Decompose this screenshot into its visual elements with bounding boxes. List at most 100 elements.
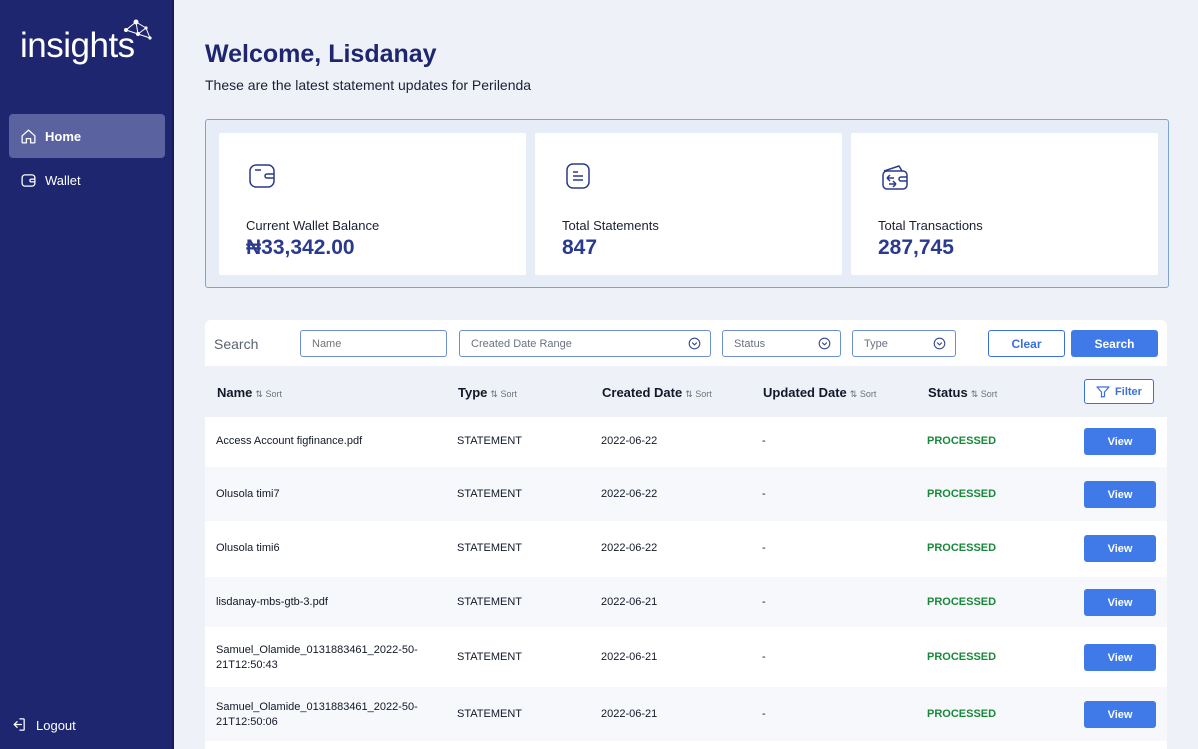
network-icon <box>124 19 152 40</box>
transactions-icon <box>879 161 909 191</box>
view-button[interactable]: View <box>1084 644 1156 671</box>
row-type: STATEMENT <box>457 708 522 720</box>
sort-label: Sort <box>980 389 998 399</box>
column-label: Name <box>217 385 253 400</box>
status-select[interactable]: Status <box>722 330 841 357</box>
row-name: Olusola timi6 <box>216 542 280 554</box>
column-header-name[interactable]: Name ⇅ Sort <box>217 385 282 400</box>
stat-label: Current Wallet Balance <box>246 218 380 233</box>
column-label: Updated Date <box>763 385 847 400</box>
view-button[interactable]: View <box>1084 535 1156 562</box>
row-created-date: 2022-06-21 <box>601 651 658 663</box>
column-label: Status <box>928 385 968 400</box>
chevron-down-icon <box>818 337 831 350</box>
table-row[interactable]: Olusola timi7 STATEMENT 2022-06-22 - PRO… <box>205 467 1167 521</box>
home-icon <box>19 127 37 145</box>
sidebar-item-home[interactable]: Home <box>9 114 165 158</box>
row-type: STATEMENT <box>457 542 522 554</box>
row-created-date: 2022-06-22 <box>601 542 658 554</box>
row-updated-date: - <box>762 708 766 720</box>
row-created-date: 2022-06-21 <box>601 596 658 608</box>
table-row[interactable]: Samuel_Olamide_0131883461_2022-50-21T12:… <box>205 631 1167 684</box>
filter-button[interactable]: Filter <box>1084 379 1154 404</box>
sort-indicator[interactable]: ⇅ Sort <box>685 389 712 399</box>
sort-indicator[interactable]: ⇅ Sort <box>850 389 877 399</box>
status-badge: PROCESSED <box>927 708 997 720</box>
filter-icon <box>1096 385 1110 398</box>
stat-value: 847 <box>562 236 598 259</box>
column-header-updated-date[interactable]: Updated Date ⇅ Sort <box>763 385 876 400</box>
sort-indicator[interactable]: ⇅ Sort <box>255 389 282 399</box>
column-label: Type <box>458 385 488 400</box>
stat-card-total-statements: Total Statements 847 <box>535 133 842 275</box>
name-input[interactable] <box>312 337 446 350</box>
page-title: Welcome, Lisdanay <box>205 40 437 68</box>
clear-button[interactable]: Clear <box>988 330 1065 357</box>
view-button[interactable]: View <box>1084 428 1156 455</box>
type-placeholder: Type <box>864 337 888 350</box>
sort-indicator[interactable]: ⇅ Sort <box>971 389 998 399</box>
sort-label: Sort <box>265 389 282 399</box>
row-name: Samuel_Olamide_0131883461_2022-50-21T12:… <box>216 644 418 671</box>
document-icon <box>563 161 593 191</box>
stat-label: Total Statements <box>562 218 659 233</box>
filter-label: Filter <box>1115 385 1142 398</box>
sidebar-item-label: Home <box>45 128 82 144</box>
name-search-field[interactable] <box>300 330 447 357</box>
stat-label: Total Transactions <box>878 218 983 233</box>
column-label: Created Date <box>602 385 683 400</box>
chevron-down-icon <box>688 337 701 350</box>
search-button[interactable]: Search <box>1071 330 1158 357</box>
sidebar: insights Home Wallet Logout <box>0 0 174 749</box>
column-header-type[interactable]: Type ⇅ Sort <box>458 385 517 400</box>
row-updated-date: - <box>762 542 766 554</box>
row-name: Access Account figfinance.pdf <box>216 435 363 447</box>
view-button[interactable]: View <box>1084 589 1156 616</box>
sort-label: Sort <box>859 389 877 399</box>
stats-panel: Current Wallet Balance ₦33,342.00 Total … <box>205 119 1169 288</box>
table-row[interactable]: Access Account figfinance.pdf STATEMENT … <box>205 417 1167 467</box>
column-header-created-date[interactable]: Created Date ⇅ Sort <box>602 385 712 400</box>
table-row[interactable]: lisdanay-mbs-gtb-3.pdf STATEMENT 2022-06… <box>205 577 1167 627</box>
row-type: STATEMENT <box>457 596 522 608</box>
table-row[interactable]: Olusola timi6 STATEMENT 2022-06-22 - PRO… <box>205 523 1167 573</box>
type-select[interactable]: Type <box>852 330 956 357</box>
sort-indicator[interactable]: ⇅ Sort <box>490 389 517 399</box>
statements-table-panel: Search Created Date Range Status Type Cl… <box>205 320 1167 749</box>
sidebar-nav: Home Wallet <box>9 114 165 202</box>
app-logo[interactable]: insights <box>20 18 160 68</box>
sort-label: Sort <box>695 389 712 399</box>
view-button[interactable]: View <box>1084 481 1156 508</box>
row-created-date: 2022-06-22 <box>601 488 658 500</box>
row-name: Samuel_Olamide_0131883461_2022-50-21T12:… <box>216 701 418 728</box>
stat-card-wallet-balance: Current Wallet Balance ₦33,342.00 <box>219 133 526 275</box>
stat-value: 287,745 <box>878 236 954 259</box>
status-badge: PROCESSED <box>927 651 997 663</box>
sidebar-item-label: Wallet <box>45 172 81 188</box>
column-header-status[interactable]: Status ⇅ Sort <box>928 385 997 400</box>
status-badge: PROCESSED <box>927 435 997 447</box>
logout-icon <box>10 716 28 734</box>
logout-button[interactable]: Logout <box>10 716 76 734</box>
search-label: Search <box>214 336 259 352</box>
view-button[interactable]: View <box>1084 701 1156 728</box>
date-range-select[interactable]: Created Date Range <box>459 330 711 357</box>
logout-label: Logout <box>36 717 76 733</box>
page-subtitle: These are the latest statement updates f… <box>205 77 532 93</box>
row-name: lisdanay-mbs-gtb-3.pdf <box>216 596 328 608</box>
chevron-down-icon <box>933 337 946 350</box>
stat-card-total-transactions: Total Transactions 287,745 <box>851 133 1158 275</box>
wallet-icon <box>19 171 37 189</box>
date-range-placeholder: Created Date Range <box>471 337 572 350</box>
row-type: STATEMENT <box>457 651 522 663</box>
sidebar-item-wallet[interactable]: Wallet <box>9 158 165 202</box>
search-bar: Search Created Date Range Status Type Cl… <box>205 320 1167 366</box>
row-updated-date: - <box>762 488 766 500</box>
status-badge: PROCESSED <box>927 596 997 608</box>
row-created-date: 2022-06-21 <box>601 708 658 720</box>
row-created-date: 2022-06-22 <box>601 435 658 447</box>
table-row[interactable]: Samuel_Olamide_0131883461_2022-50-21T12:… <box>205 687 1167 741</box>
stat-value: ₦33,342.00 <box>246 236 355 259</box>
row-updated-date: - <box>762 435 766 447</box>
row-updated-date: - <box>762 651 766 663</box>
